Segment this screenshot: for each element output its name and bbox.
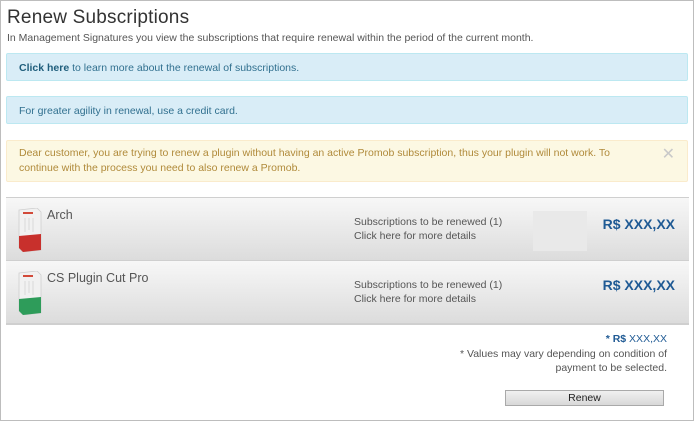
details-link[interactable]: Click here for more details xyxy=(354,229,502,243)
price-note-line2: payment to be selected. xyxy=(555,362,668,374)
renew-subscriptions-panel: Renew Subscriptions In Management Signat… xyxy=(0,0,694,421)
credit-card-alert: For greater agility in renewal, use a cr… xyxy=(6,96,688,124)
subscription-item-cs-plugin-cut-pro: CS Plugin Cut Pro Subscriptions to be re… xyxy=(6,261,689,324)
learn-more-link[interactable]: Click here xyxy=(19,62,69,74)
page-subtitle: In Management Signatures you view the su… xyxy=(7,32,534,44)
total-value: XXX,XX xyxy=(626,333,667,345)
subscription-item-arch: Arch Subscriptions to be renewed (1) Cli… xyxy=(6,198,689,261)
item-price: R$ XXX,XX xyxy=(602,277,675,293)
product-name: CS Plugin Cut Pro xyxy=(47,271,149,285)
renew-button[interactable]: Renew xyxy=(505,390,664,406)
learn-more-alert: Click here to learn more about the renew… xyxy=(6,53,688,81)
product-box-icon xyxy=(18,208,42,252)
subscription-list: Arch Subscriptions to be renewed (1) Cli… xyxy=(6,197,689,325)
learn-more-text: to learn more about the renewal of subsc… xyxy=(69,62,300,74)
item-price: R$ XXX,XX xyxy=(602,216,675,232)
price-placeholder xyxy=(533,211,587,251)
subscription-info: Subscriptions to be renewed (1) Click he… xyxy=(354,278,502,306)
subscriptions-count: Subscriptions to be renewed (1) xyxy=(354,216,503,228)
price-note-line1: * Values may vary depending on condition… xyxy=(459,348,667,360)
total-prefix: * R$ xyxy=(605,333,627,345)
details-link[interactable]: Click here for more details xyxy=(354,292,502,306)
subscription-info: Subscriptions to be renewed (1) Click he… xyxy=(354,215,502,243)
warning-text: Dear customer, you are trying to renew a… xyxy=(19,147,611,174)
subscriptions-count: Subscriptions to be renewed (1) xyxy=(354,279,503,291)
page-title: Renew Subscriptions xyxy=(7,7,190,28)
close-icon[interactable]: ✕ xyxy=(662,147,675,163)
credit-card-text: For greater agility in renewal, use a cr… xyxy=(19,105,238,117)
promob-warning-alert: Dear customer, you are trying to renew a… xyxy=(6,140,688,182)
product-name: Arch xyxy=(47,208,73,222)
product-box-icon xyxy=(18,271,42,315)
total-price: * R$ XXX,XX xyxy=(606,333,667,345)
